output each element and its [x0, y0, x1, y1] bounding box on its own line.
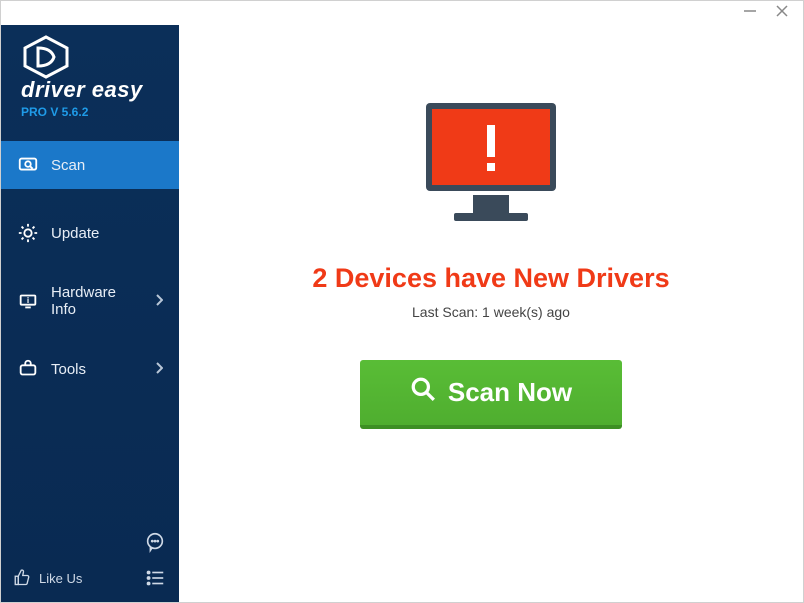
svg-text:i: i	[27, 296, 29, 305]
scan-now-label: Scan Now	[448, 377, 572, 408]
chevron-right-icon	[155, 293, 163, 309]
search-icon	[410, 376, 436, 409]
sidebar-item-label: Update	[51, 225, 99, 242]
titlebar	[1, 1, 803, 25]
sidebar-item-update[interactable]: Update	[1, 209, 179, 257]
nav: Scan Update	[1, 141, 179, 413]
like-us-label: Like Us	[39, 571, 82, 586]
last-scan-text: Last Scan: 1 week(s) ago	[412, 304, 570, 320]
menu-button[interactable]	[143, 566, 167, 590]
chevron-right-icon	[155, 361, 163, 377]
sidebar-item-label: Tools	[51, 361, 86, 378]
feedback-button[interactable]	[143, 530, 167, 554]
sidebar-item-scan[interactable]: Scan	[1, 141, 179, 189]
sidebar-item-label: Hardware Info	[51, 284, 143, 318]
sidebar-item-hardware-info[interactable]: i Hardware Info	[1, 277, 179, 325]
logo-icon	[21, 35, 71, 79]
sidebar-bottom: Like Us	[1, 520, 179, 602]
hardware-info-icon: i	[17, 290, 39, 312]
thumbs-up-icon	[13, 568, 31, 589]
like-us-button[interactable]: Like Us	[13, 568, 82, 589]
status-headline: 2 Devices have New Drivers	[312, 263, 669, 294]
app-window: driver easy PRO V 5.6.2 Scan	[0, 0, 804, 603]
main-panel: 2 Devices have New Drivers Last Scan: 1 …	[179, 25, 803, 602]
sidebar-item-tools[interactable]: Tools	[1, 345, 179, 393]
scan-icon	[17, 154, 39, 176]
update-icon	[17, 222, 39, 244]
logo-block: driver easy PRO V 5.6.2	[1, 25, 179, 133]
brand-version: PRO V 5.6.2	[21, 105, 165, 119]
close-button[interactable]	[775, 4, 789, 23]
alert-monitor-icon	[416, 95, 566, 235]
tools-icon	[17, 358, 39, 380]
minimize-button[interactable]	[743, 4, 757, 23]
sidebar-item-label: Scan	[51, 157, 85, 174]
sidebar: driver easy PRO V 5.6.2 Scan	[1, 25, 179, 602]
scan-now-button[interactable]: Scan Now	[360, 360, 622, 429]
brand-name: driver easy	[21, 77, 165, 103]
